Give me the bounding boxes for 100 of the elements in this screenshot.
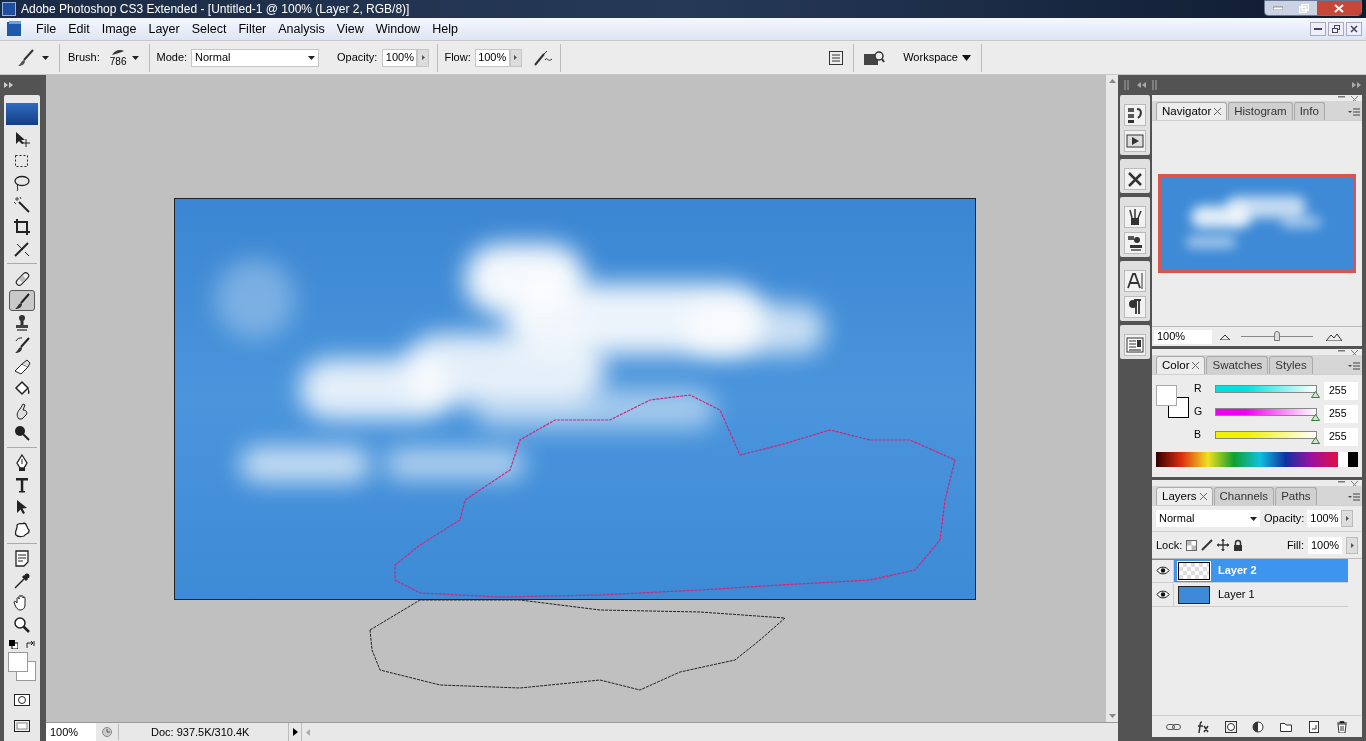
- flow-field[interactable]: 100%: [474, 48, 510, 67]
- layer-mask-icon[interactable]: [1224, 720, 1237, 733]
- menu-item[interactable]: File: [30, 19, 63, 39]
- opacity-slider-button[interactable]: [417, 48, 430, 67]
- zoom-slider[interactable]: [1238, 330, 1316, 343]
- opacity-field[interactable]: 100%: [382, 48, 418, 67]
- app-menu-icon[interactable]: [6, 21, 22, 37]
- panel-tab[interactable]: Paths: [1275, 487, 1317, 505]
- panel-icon-button[interactable]: [1124, 270, 1146, 292]
- close-button[interactable]: [1317, 1, 1361, 15]
- status-menu-button[interactable]: [288, 723, 302, 741]
- panel-icon-button[interactable]: [1124, 168, 1146, 190]
- close-icon[interactable]: [1214, 108, 1222, 115]
- panel-icon-button[interactable]: [1124, 334, 1146, 356]
- blend-mode-dropdown[interactable]: Normal: [1156, 510, 1260, 527]
- opacity-field[interactable]: 100%: [1307, 510, 1342, 527]
- panel-icon-button[interactable]: [1124, 130, 1146, 152]
- zoom-in-icon[interactable]: [1326, 332, 1342, 341]
- layer-row[interactable]: Layer 1: [1152, 583, 1348, 607]
- minimize-button[interactable]: [1310, 22, 1326, 36]
- caret-icon: [1250, 516, 1257, 521]
- close-icon[interactable]: [1192, 362, 1200, 369]
- expand-icon[interactable]: [1352, 82, 1362, 88]
- menu-item[interactable]: Edit: [62, 19, 96, 39]
- tool-button[interactable]: [9, 290, 35, 311]
- adjustment-icon[interactable]: [1252, 720, 1265, 733]
- eye-icon[interactable]: [1155, 566, 1170, 575]
- lock-transparency-icon[interactable]: [1186, 539, 1198, 551]
- panel-tab[interactable]: Histogram: [1228, 102, 1293, 120]
- channel-value-field[interactable]: 255: [1324, 405, 1358, 423]
- arrow-right-icon: [292, 728, 298, 736]
- menu-item[interactable]: Select: [185, 19, 233, 39]
- tool-preset-picker[interactable]: [16, 47, 49, 68]
- brush-picker[interactable]: 786: [109, 48, 140, 67]
- panel-icon-button[interactable]: [1124, 296, 1146, 318]
- panel-icon-button[interactable]: [1124, 232, 1146, 254]
- menu-item[interactable]: Analysis: [272, 19, 331, 39]
- close-button[interactable]: [1346, 22, 1362, 36]
- mode-dropdown[interactable]: Normal: [191, 48, 320, 67]
- panel-tab[interactable]: Styles: [1269, 356, 1313, 374]
- fx-icon[interactable]: [1196, 720, 1209, 733]
- slider-thumb[interactable]: [1274, 331, 1280, 341]
- slider-thumb[interactable]: [1311, 413, 1320, 421]
- lock-move-icon[interactable]: [1217, 539, 1230, 551]
- folder-icon[interactable]: [1280, 721, 1293, 732]
- panel-tab[interactable]: Navigator: [1156, 102, 1228, 120]
- panel-tab[interactable]: Layers: [1156, 487, 1213, 505]
- character-icon: [1126, 272, 1144, 290]
- workspace-button[interactable]: Workspace: [903, 49, 971, 66]
- scroll-up-icon[interactable]: [1108, 79, 1116, 83]
- new-layer-icon[interactable]: [1308, 720, 1321, 733]
- menu-item[interactable]: Window: [369, 19, 427, 39]
- panel-tab[interactable]: Color: [1156, 356, 1206, 374]
- lock-icon[interactable]: [1233, 539, 1244, 551]
- slider-thumb[interactable]: [1311, 390, 1320, 398]
- lock-brush-icon[interactable]: [1201, 539, 1214, 551]
- grip-icon[interactable]: [1152, 80, 1158, 90]
- palette-well-button[interactable]: [827, 48, 846, 67]
- link-icon[interactable]: [1165, 721, 1181, 732]
- fill-field[interactable]: 100%: [1308, 536, 1342, 554]
- ps-logo-icon: [6, 103, 38, 125]
- menu-item[interactable]: Layer: [142, 19, 186, 39]
- brush-label: Brush:: [68, 50, 100, 66]
- restore-icon: [1332, 25, 1340, 33]
- zoom-field[interactable]: 100%: [1154, 329, 1212, 344]
- channel-value-field[interactable]: 255: [1324, 428, 1358, 446]
- app-logo-icon: [2, 2, 16, 16]
- vertical-scrollbar[interactable]: [1106, 75, 1118, 722]
- minimize-icon: [1314, 28, 1322, 30]
- panel-tab[interactable]: Channels: [1213, 487, 1275, 505]
- menu-item[interactable]: View: [330, 19, 370, 39]
- opacity-slider-button[interactable]: [1341, 510, 1354, 527]
- panel-tab[interactable]: Info: [1293, 102, 1325, 120]
- default-colors-icon[interactable]: [9, 640, 18, 649]
- channel-value-field[interactable]: 255: [1324, 382, 1358, 400]
- panel-icon-button[interactable]: [1124, 104, 1146, 126]
- fill-slider-button[interactable]: [1346, 536, 1358, 554]
- trash-icon[interactable]: [1336, 720, 1348, 733]
- swap-colors-icon[interactable]: [26, 640, 35, 649]
- menu-item[interactable]: Help: [426, 19, 464, 39]
- zoom-level-field[interactable]: 100%: [46, 723, 96, 741]
- menu-item[interactable]: Image: [95, 19, 143, 39]
- eye-icon[interactable]: [1155, 590, 1170, 599]
- move-tool-icon: [13, 129, 31, 148]
- zoom-out-icon[interactable]: [1220, 333, 1230, 340]
- panel-tab[interactable]: Swatches: [1206, 356, 1269, 374]
- color-swatches-icon[interactable]: [8, 652, 36, 682]
- slider-thumb[interactable]: [1311, 436, 1320, 444]
- grip-icon[interactable]: [1124, 80, 1130, 90]
- menu-item[interactable]: Filter: [232, 19, 273, 39]
- status-info-icon[interactable]: [102, 727, 112, 737]
- collapse-icon[interactable]: [1136, 82, 1146, 88]
- opacity-label: Opacity:: [1264, 511, 1305, 527]
- scroll-down-icon[interactable]: [1108, 714, 1116, 718]
- close-icon[interactable]: [1199, 493, 1207, 500]
- restore-button[interactable]: [1328, 22, 1344, 36]
- color-spectrum-bar[interactable]: [1156, 452, 1358, 467]
- color-swatches-icon[interactable]: [1156, 385, 1190, 419]
- panel-icon-button[interactable]: [1124, 206, 1146, 228]
- expand-icon[interactable]: [4, 82, 14, 88]
